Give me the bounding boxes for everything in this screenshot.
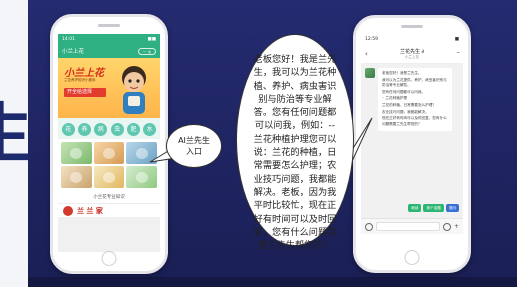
battery-icon: ■: [454, 37, 459, 42]
product-tile[interactable]: [126, 166, 157, 188]
slide-edge-character: 生: [0, 100, 28, 170]
chat-area: 老板您好！我是兰先生。 我可以为兰花提供，养护，病虫害识别与防治等专业解答。 您…: [361, 64, 463, 218]
banner-title: 小兰上花: [64, 68, 104, 79]
message-line: 农业技巧问题，我都能解决。: [382, 109, 429, 114]
category-icon[interactable]: 病: [94, 123, 108, 136]
category-icon[interactable]: 养: [77, 123, 91, 136]
status-bar: 12:59 ■: [361, 35, 463, 44]
message-line: 兰花的种植，日常需要怎么护理？: [382, 103, 436, 108]
phone-right: 12:59 ■ ‹ 兰花先生 ∂ 小兰上花 ··· 老板您好！我是兰先生。 我可…: [353, 15, 471, 273]
phone-right-screen: 12:59 ■ ‹ 兰花先生 ∂ 小兰上花 ··· 老板您好！我是兰先生。 我可…: [361, 35, 463, 251]
brand-logo-icon: [63, 205, 73, 216]
product-tile[interactable]: [61, 166, 92, 188]
product-tile[interactable]: [93, 142, 125, 164]
message-line: 老板您好！我是兰先生。: [382, 71, 422, 75]
status-time: 14:01: [62, 36, 75, 42]
battery-icon: ■■: [147, 36, 156, 42]
chat-contact-name: 兰花先生 ∂: [399, 48, 425, 55]
section-title: 小兰花专业知识: [58, 191, 160, 203]
incoming-message: 老板您好！我是兰先生。 我可以为兰花提供，养护，病虫害识别与防治等专业解答。 您…: [365, 68, 459, 132]
emoji-icon[interactable]: [442, 222, 451, 231]
phone-left: 14:01 ■■ 小兰上花 ··· ◎ 小兰上花 兰花养护知识小程序 开全给选择…: [50, 14, 168, 274]
phone-left-screen: 14:01 ■■ 小兰上花 ··· ◎ 小兰上花 兰花养护知识小程序 开全给选择…: [58, 34, 160, 252]
assistant-avatar: [365, 68, 375, 78]
phone-speaker: [98, 24, 120, 27]
category-icon[interactable]: 花: [61, 123, 75, 136]
chat-header: ‹ 兰花先生 ∂ 小兰上花 ···: [361, 44, 463, 64]
phone-speaker: [401, 25, 423, 28]
quick-reply-button[interactable]: 继续: [408, 204, 422, 212]
message-line: 您有任何问题都可以问我。: [382, 89, 426, 94]
quick-reply-actions: 继续 换个话题 提问: [408, 204, 459, 212]
category-icon-row: 花 养 病 虫 肥 水: [58, 118, 160, 139]
more-options-icon[interactable]: ···: [456, 50, 460, 57]
category-icon[interactable]: 虫: [110, 123, 124, 136]
mascot-boy-illustration: [122, 66, 146, 114]
callout-ai-entry: AI兰先生 入口: [166, 124, 222, 168]
app-title: 小兰上花: [62, 49, 85, 55]
slide-left-edge: 生: [0, 0, 28, 287]
message-composer: +: [361, 218, 463, 234]
product-tile[interactable]: [61, 142, 92, 164]
message-line: 我可以为兰花提供，养护，病虫害识别与防治等专业解答。: [382, 77, 447, 87]
hero-banner[interactable]: 小兰上花 兰花养护知识小程序 开全给选择: [58, 58, 160, 118]
brand-footer: 兰 兰 家: [58, 203, 160, 217]
status-bar: 14:01 ■■: [58, 34, 160, 44]
category-icon[interactable]: 肥: [126, 123, 140, 136]
callout-ai-entry-text: AI兰先生 入口: [178, 136, 210, 156]
mini-program-capsule-button[interactable]: ··· ◎: [138, 47, 156, 55]
message-bubble: 老板您好！我是兰先生。 我可以为兰花提供，养护，病虫害识别与防治等专业解答。 您…: [378, 68, 452, 132]
bottom-strip: [28, 277, 517, 287]
message-input[interactable]: [376, 222, 440, 231]
back-arrow-icon[interactable]: ‹: [365, 50, 368, 58]
product-tile[interactable]: [93, 166, 125, 188]
status-time: 12:59: [365, 37, 378, 42]
banner-ribbon: 开全给选择: [64, 88, 106, 97]
home-button[interactable]: [404, 250, 420, 265]
quick-reply-button[interactable]: 换个话题: [423, 204, 444, 212]
voice-input-icon[interactable]: [365, 222, 373, 231]
product-tile[interactable]: [126, 142, 157, 164]
ask-button[interactable]: 提问: [445, 204, 459, 212]
message-line: ·· 兰花种植护理: [382, 96, 407, 101]
plus-icon[interactable]: +: [454, 223, 459, 231]
callout-greeting: 老板您好！我是兰先生，我可以为兰花种植、养护、病虫害识别与防治等专业解答。您有任…: [236, 34, 354, 251]
banner-tagline: 兰花养护知识小程序: [64, 78, 96, 82]
chat-contact-subtitle: 小兰上花: [405, 54, 420, 59]
app-bar: 小兰上花 ··· ◎: [58, 44, 160, 58]
product-grid: [58, 139, 160, 191]
category-icon[interactable]: 水: [143, 123, 157, 136]
brand-name: 兰 兰 家: [77, 205, 103, 215]
home-button[interactable]: [101, 251, 117, 266]
message-line: 现在正好有时间可以及时回复，您有什么问题需要兰先生帮您的？: [382, 116, 447, 126]
callout-greeting-text: 老板您好！我是兰先生，我可以为兰花种植、养护、病虫害识别与防治等专业解答。您有任…: [253, 54, 337, 252]
